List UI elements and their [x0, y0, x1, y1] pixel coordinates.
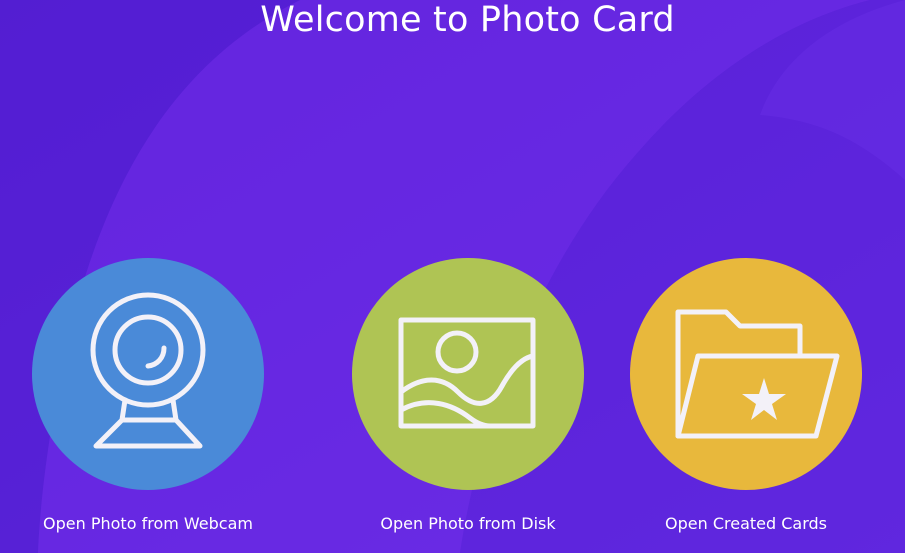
image-icon [398, 317, 536, 429]
star-icon [742, 378, 786, 420]
webcam-circle [32, 258, 264, 490]
page-title: Welcome to Photo Card [260, 0, 675, 40]
disk-circle [352, 258, 584, 490]
open-disk-label: Open Photo from Disk [380, 514, 556, 533]
open-cards-label: Open Created Cards [665, 514, 827, 533]
star-folder-icon [675, 309, 840, 439]
open-cards-button[interactable]: Open Created Cards [630, 258, 862, 548]
open-webcam-label: Open Photo from Webcam [43, 514, 253, 533]
open-disk-button[interactable]: Open Photo from Disk [352, 258, 584, 548]
open-webcam-button[interactable]: Open Photo from Webcam [32, 258, 264, 548]
webcam-icon [90, 292, 206, 449]
cards-circle [630, 258, 862, 490]
